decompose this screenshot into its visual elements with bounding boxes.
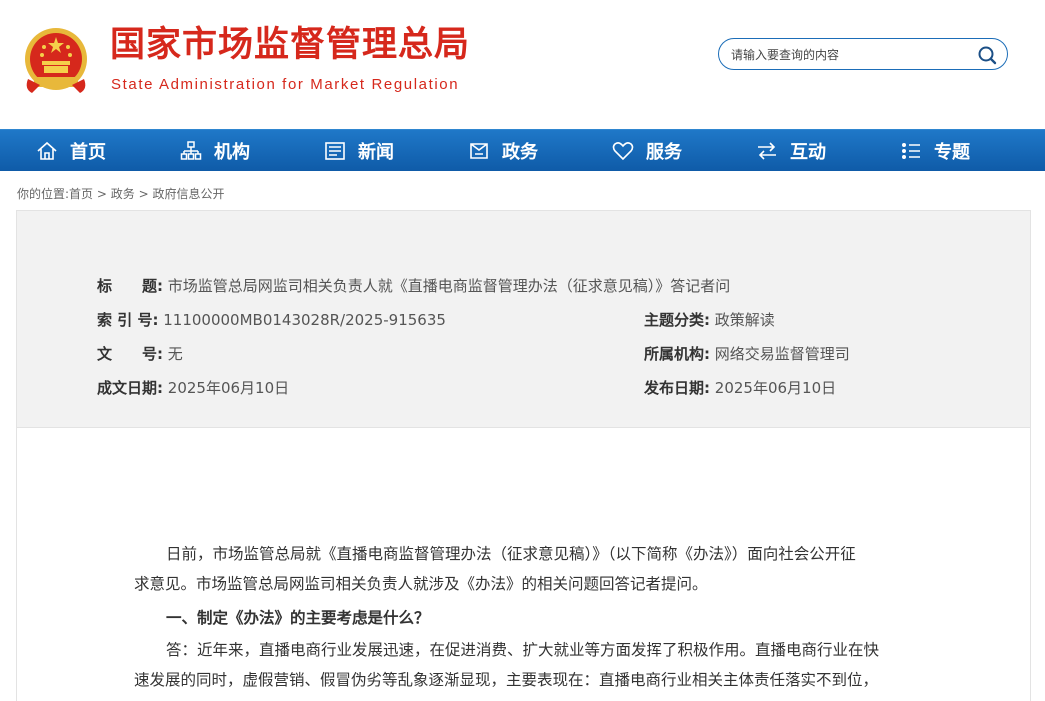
nav-item-topics[interactable]: 专题 bbox=[900, 130, 970, 171]
breadcrumb-prefix: 你的位置: bbox=[17, 187, 70, 201]
meta-published-date-row: 发布日期: 2025年06月10日 bbox=[644, 377, 836, 398]
breadcrumb-link-home[interactable]: 首页 bbox=[69, 187, 93, 201]
search-input[interactable] bbox=[729, 45, 973, 65]
meta-topic-row: 主题分类: 政策解读 bbox=[644, 309, 775, 330]
breadcrumb: 你的位置:首页 > 政务 > 政府信息公开 bbox=[17, 185, 224, 202]
article-text: 答：近年来，直播电商行业发展迅速，在促进消费、扩大就业等方面发挥了积极作用。直播… bbox=[166, 641, 880, 659]
meta-written-date-label: 成文日期: bbox=[97, 379, 163, 397]
document-metadata-panel: 标 题: 市场监管总局网监司相关负责人就《直播电商监督管理办法（征求意见稿）》答… bbox=[16, 210, 1031, 428]
breadcrumb-link-government-affairs[interactable]: 政务 bbox=[111, 187, 135, 201]
news-icon bbox=[325, 141, 345, 160]
nav-item-interaction[interactable]: 互动 bbox=[756, 130, 826, 171]
org-chart-icon bbox=[180, 140, 202, 160]
article-heading-1: 一、制定《办法》的主要考虑是什么？ bbox=[166, 609, 430, 627]
home-icon bbox=[37, 141, 57, 160]
search-box bbox=[718, 38, 1008, 70]
meta-org-row: 所属机构: 网络交易监督管理司 bbox=[644, 343, 850, 364]
meta-written-date-row: 成文日期: 2025年06月10日 bbox=[97, 377, 289, 398]
meta-index-row: 索 引 号: 11100000MB0143028R/2025-915635 bbox=[97, 309, 446, 330]
meta-title-row: 标 题: 市场监管总局网监司相关负责人就《直播电商监督管理办法（征求意见稿）》答… bbox=[97, 275, 730, 296]
meta-topic-value: 政策解读 bbox=[714, 311, 775, 329]
meta-org-value: 网络交易监督管理司 bbox=[714, 345, 850, 363]
meta-index-label: 索 引 号: bbox=[97, 311, 159, 329]
article-text: 日前，市场监管总局就《直播电商监督管理办法（征求意见稿）》（以下简称《办法》）面… bbox=[166, 545, 856, 563]
meta-docno-value: 无 bbox=[167, 345, 183, 363]
article-text: 速发展的同时，虚假营销、假冒伪劣等乱象逐渐显现，主要表现在：直播电商行业相关主体… bbox=[134, 671, 879, 689]
article-text: 求意见。市场监管总局网监司相关负责人就涉及《办法》的相关问题回答记者提问。 bbox=[134, 575, 708, 593]
nav-label: 机构 bbox=[214, 141, 250, 163]
nav-label: 互动 bbox=[790, 141, 826, 163]
meta-published-date-label: 发布日期: bbox=[644, 379, 710, 397]
nav-item-government-affairs[interactable]: 政务 bbox=[468, 130, 538, 171]
nav-label: 政务 bbox=[502, 141, 538, 163]
site-header: 国家市场监督管理总局 State Administration for Mark… bbox=[0, 0, 1045, 128]
national-emblem-logo[interactable] bbox=[22, 25, 90, 97]
heart-icon bbox=[612, 141, 634, 160]
article-paragraph-answer: 答：近年来，直播电商行业发展迅速，在促进消费、扩大就业等方面发挥了积极作用。直播… bbox=[134, 635, 916, 695]
site-title-english[interactable]: State Administration for Market Regulati… bbox=[111, 76, 459, 93]
nav-item-organization[interactable]: 机构 bbox=[180, 130, 250, 171]
breadcrumb-separator: > bbox=[93, 187, 111, 201]
government-affairs-icon bbox=[470, 142, 488, 159]
meta-docno-row: 文 号: 无 bbox=[97, 343, 183, 364]
nav-label: 首页 bbox=[70, 141, 106, 163]
site-title-chinese[interactable]: 国家市场监督管理总局 bbox=[110, 28, 470, 63]
meta-org-label: 所属机构: bbox=[644, 345, 710, 363]
search-icon[interactable] bbox=[977, 45, 997, 65]
meta-title-value: 市场监管总局网监司相关负责人就《直播电商监督管理办法（征求意见稿）》答记者问 bbox=[167, 277, 731, 295]
main-nav: 首页 机构 新闻 政务 服务 互动 专题 bbox=[0, 129, 1045, 171]
nav-label: 新闻 bbox=[358, 141, 394, 163]
nav-label: 专题 bbox=[934, 141, 970, 163]
meta-index-value: 11100000MB0143028R/2025-915635 bbox=[163, 311, 446, 329]
meta-docno-label: 文 号: bbox=[97, 345, 163, 363]
article-paragraph-intro: 日前，市场监管总局就《直播电商监督管理办法（征求意见稿）》（以下简称《办法》）面… bbox=[134, 539, 916, 599]
meta-title-label: 标 题: bbox=[97, 277, 163, 295]
exchange-arrows-icon bbox=[758, 141, 776, 160]
nav-item-home[interactable]: 首页 bbox=[36, 130, 106, 171]
meta-published-date-value: 2025年06月10日 bbox=[714, 379, 837, 397]
breadcrumb-link-public-info[interactable]: 政府信息公开 bbox=[152, 187, 224, 201]
meta-topic-label: 主题分类: bbox=[644, 311, 710, 329]
topics-icon bbox=[902, 142, 920, 159]
meta-written-date-value: 2025年06月10日 bbox=[167, 379, 290, 397]
nav-item-services[interactable]: 服务 bbox=[612, 130, 682, 171]
breadcrumb-separator: > bbox=[134, 187, 153, 201]
nav-label: 服务 bbox=[646, 141, 682, 163]
nav-item-news[interactable]: 新闻 bbox=[324, 130, 394, 171]
